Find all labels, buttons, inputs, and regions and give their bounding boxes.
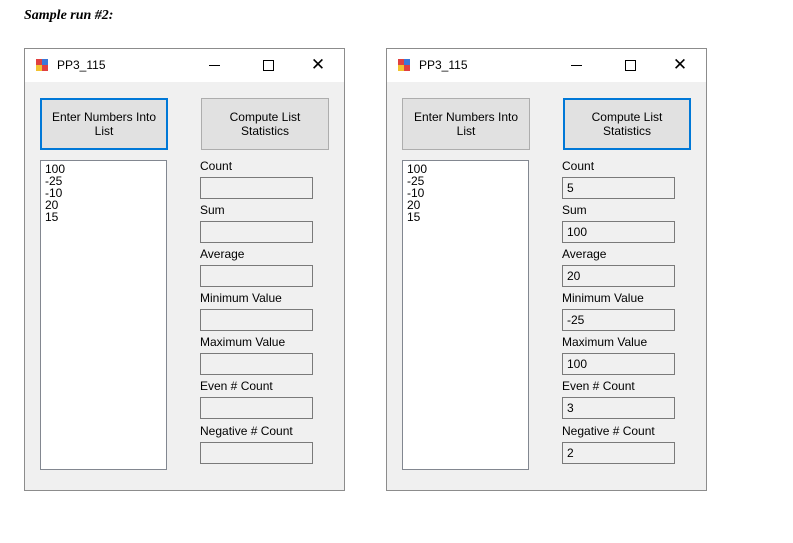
even-count-textbox[interactable] bbox=[200, 397, 313, 419]
app-icon bbox=[398, 59, 410, 71]
average-label: Average bbox=[562, 247, 607, 261]
app-window-1: PP3_115 ✕ Enter Numbers Into List Comput… bbox=[24, 48, 345, 491]
count-textbox[interactable]: 5 bbox=[562, 177, 675, 199]
average-label: Average bbox=[200, 247, 245, 261]
compute-statistics-button[interactable]: Compute List Statistics bbox=[201, 98, 329, 150]
list-item[interactable]: 15 bbox=[407, 211, 524, 223]
app-icon bbox=[36, 59, 48, 71]
maximum-value-label: Maximum Value bbox=[200, 335, 286, 349]
even-count-textbox[interactable]: 3 bbox=[562, 397, 675, 419]
minimum-value-textbox[interactable]: -25 bbox=[562, 309, 675, 331]
enter-numbers-button[interactable]: Enter Numbers Into List bbox=[402, 98, 530, 150]
minimize-button[interactable] bbox=[201, 53, 227, 77]
window-title: PP3_115 bbox=[419, 58, 468, 72]
close-icon: ✕ bbox=[310, 55, 326, 74]
average-textbox[interactable]: 20 bbox=[562, 265, 675, 287]
maximum-value-textbox[interactable]: 100 bbox=[562, 353, 675, 375]
maximize-button[interactable] bbox=[617, 53, 643, 77]
negative-count-label: Negative # Count bbox=[200, 424, 293, 438]
count-label: Count bbox=[200, 159, 233, 173]
negative-count-textbox[interactable]: 2 bbox=[562, 442, 675, 464]
minimize-button[interactable] bbox=[563, 53, 589, 77]
count-textbox[interactable] bbox=[200, 177, 313, 199]
sum-textbox[interactable]: 100 bbox=[562, 221, 675, 243]
close-button[interactable]: ✕ bbox=[305, 53, 331, 77]
window-title: PP3_115 bbox=[57, 58, 106, 72]
minimum-value-textbox[interactable] bbox=[200, 309, 313, 331]
list-item[interactable]: 100 bbox=[407, 163, 524, 175]
list-item[interactable]: -10 bbox=[45, 187, 162, 199]
list-item[interactable]: 100 bbox=[45, 163, 162, 175]
minimize-icon bbox=[208, 64, 220, 66]
maximize-icon bbox=[624, 59, 636, 71]
maximum-value-textbox[interactable] bbox=[200, 353, 313, 375]
even-count-label: Even # Count bbox=[200, 379, 273, 393]
close-button[interactable]: ✕ bbox=[667, 53, 693, 77]
sample-run-caption: Sample run #2: bbox=[24, 8, 114, 23]
list-item[interactable]: 20 bbox=[407, 199, 524, 211]
numbers-listbox[interactable]: 100 -25 -10 20 15 bbox=[402, 160, 529, 470]
list-item[interactable]: -25 bbox=[45, 175, 162, 187]
list-item[interactable]: -25 bbox=[407, 175, 524, 187]
sum-textbox[interactable] bbox=[200, 221, 313, 243]
sum-label: Sum bbox=[200, 203, 225, 217]
compute-statistics-button[interactable]: Compute List Statistics bbox=[563, 98, 691, 150]
maximize-icon bbox=[262, 59, 274, 71]
average-textbox[interactable] bbox=[200, 265, 313, 287]
negative-count-textbox[interactable] bbox=[200, 442, 313, 464]
numbers-listbox[interactable]: 100 -25 -10 20 15 bbox=[40, 160, 167, 470]
minimum-value-label: Minimum Value bbox=[562, 291, 644, 305]
negative-count-label: Negative # Count bbox=[562, 424, 655, 438]
minimize-icon bbox=[570, 64, 582, 66]
enter-numbers-button[interactable]: Enter Numbers Into List bbox=[40, 98, 168, 150]
even-count-label: Even # Count bbox=[562, 379, 635, 393]
title-bar[interactable]: PP3_115 ✕ bbox=[25, 49, 344, 82]
title-bar[interactable]: PP3_115 ✕ bbox=[387, 49, 706, 82]
app-window-2: PP3_115 ✕ Enter Numbers Into List Comput… bbox=[386, 48, 707, 491]
count-label: Count bbox=[562, 159, 595, 173]
minimum-value-label: Minimum Value bbox=[200, 291, 282, 305]
list-item[interactable]: 15 bbox=[45, 211, 162, 223]
sum-label: Sum bbox=[562, 203, 587, 217]
list-item[interactable]: -10 bbox=[407, 187, 524, 199]
maximum-value-label: Maximum Value bbox=[562, 335, 648, 349]
close-icon: ✕ bbox=[672, 55, 688, 74]
list-item[interactable]: 20 bbox=[45, 199, 162, 211]
maximize-button[interactable] bbox=[255, 53, 281, 77]
